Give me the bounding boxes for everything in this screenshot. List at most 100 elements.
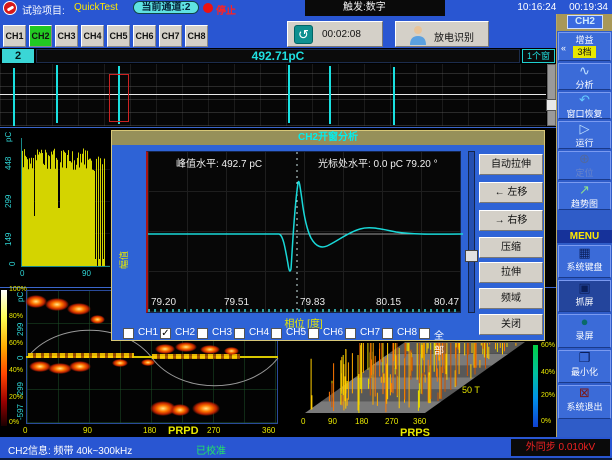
checkbox-box[interactable]	[345, 328, 356, 339]
status-bar: CH2信息: 频带 40k~300kHz 已校准 外同步 0.010kV	[0, 437, 612, 458]
sidebar-tab-strip: CH2	[557, 14, 612, 31]
time-waveform-panel	[0, 64, 546, 126]
pd-cluster	[25, 295, 47, 308]
dialog-title[interactable]: CH2开窗分析	[112, 131, 544, 145]
dialog-xtick: 79.20	[151, 297, 176, 308]
tab-ch1[interactable]: CH1	[3, 25, 26, 47]
pulse-selection-box[interactable]	[109, 74, 129, 122]
pd-cluster	[170, 404, 190, 416]
locate-button[interactable]: ⊕ 定位	[558, 151, 611, 180]
checkbox-box[interactable]	[308, 328, 319, 339]
prpd-ytick: 299	[16, 323, 25, 336]
tab-ch4[interactable]: CH4	[81, 25, 104, 47]
screenshot-icon: ▣	[559, 281, 610, 295]
dialog-slider-handle[interactable]	[465, 250, 478, 262]
checkbox-box[interactable]	[234, 328, 245, 339]
prpd-title: PRPD	[168, 425, 199, 437]
hist-unit-label: pC	[4, 132, 13, 142]
channel-info: CH2信息: 频带 40k~300kHz	[8, 442, 132, 457]
prpd-xtick: 0	[23, 426, 27, 435]
prpd-colorbar	[1, 290, 7, 426]
pd-cluster	[45, 298, 69, 311]
stop-indicator-icon	[203, 3, 213, 13]
prpd-cb-tick: 80%	[9, 313, 23, 320]
prps-xtick: 90	[328, 417, 337, 426]
prps-xtick: 0	[301, 417, 305, 426]
tab-ch6[interactable]: CH6	[133, 25, 156, 47]
stretch-button[interactable]: 拉伸	[479, 262, 543, 283]
prpd-xtick: 90	[83, 426, 92, 435]
pd-band	[28, 353, 134, 358]
tab-ch7[interactable]: CH7	[159, 25, 182, 47]
cursor-level-readout: 光标处水平: 0.0 pC 79.20 °	[318, 155, 438, 170]
sidebar-channel-tab[interactable]: CH2	[567, 15, 603, 29]
prpd-unit-label: pC	[16, 292, 25, 302]
checkbox-box[interactable]	[419, 328, 430, 339]
move-right-button[interactable]: → 右移	[479, 210, 543, 231]
minimize-button[interactable]: ❐ 最小化	[558, 350, 611, 383]
trend-chart-button[interactable]: ↗ 趋势图	[558, 182, 611, 210]
dialog-xtick: 80.15	[376, 297, 401, 308]
gain-button[interactable]: « 增益 3档	[558, 32, 611, 61]
tick-comb	[148, 309, 460, 312]
screen-record-button[interactable]: ● 录屏	[558, 314, 611, 348]
dialog-plot: 峰值水平: 492.7 pC 光标处水平: 0.0 pC 79.20 ° 79.…	[146, 151, 461, 313]
prpd-cb-tick: 40%	[9, 367, 23, 374]
exit-icon: ⊠	[559, 386, 610, 400]
checkbox-box-checked[interactable]: ✓	[160, 328, 171, 339]
prps-cycles-label: 50 T	[462, 385, 480, 395]
close-button[interactable]: 关闭	[479, 314, 543, 335]
tab-ch8[interactable]: CH8	[185, 25, 208, 47]
checkbox-box[interactable]	[197, 328, 208, 339]
compress-button[interactable]: 压缩	[479, 237, 543, 258]
trend-icon: ↗	[559, 183, 610, 197]
peak-value-readout: 492.71pC	[36, 49, 520, 63]
system-exit-button[interactable]: ⊠ 系统退出	[558, 385, 611, 419]
keyboard-icon: ▦	[559, 246, 610, 260]
analyze-button[interactable]: ∿ 分析	[558, 63, 611, 90]
prps-plot	[295, 335, 545, 425]
prpd-xtick: 360	[262, 426, 275, 435]
frequency-domain-button[interactable]: 频域	[479, 288, 543, 309]
checkbox-box[interactable]	[123, 328, 134, 339]
pd-cluster	[112, 359, 128, 367]
timer-button[interactable]: ↺ 00:02:08	[287, 21, 383, 47]
pd-pulse	[288, 65, 290, 123]
auto-stretch-button[interactable]: 自动拉伸	[479, 154, 543, 175]
pd-pulse	[13, 68, 15, 126]
record-icon: ●	[559, 315, 610, 329]
move-left-button[interactable]: ← 左移	[479, 182, 543, 203]
checkbox-box[interactable]	[382, 328, 393, 339]
dialog-amplitude-slider[interactable]	[468, 151, 475, 313]
pd-band	[152, 354, 240, 359]
dialog-xtick: 79.83	[300, 297, 325, 308]
hist-ytick: 149	[4, 233, 13, 246]
hist-xtick: 0	[20, 269, 24, 278]
tab-ch2[interactable]: CH2	[29, 25, 52, 47]
prpd-ytick: -299	[16, 382, 25, 398]
system-keyboard-button[interactable]: ▦ 系统键盘	[558, 245, 611, 278]
pd-cluster	[69, 361, 91, 372]
tab-ch3[interactable]: CH3	[55, 25, 78, 47]
project-label: 试验项目:	[22, 2, 65, 17]
prpd-ytick: 0	[16, 356, 25, 360]
restore-window-button[interactable]: ↶ 窗口恢复	[558, 92, 611, 119]
timer-icon: ↺	[294, 25, 313, 44]
screenshot-button[interactable]: ▣ 抓屏	[558, 280, 611, 312]
dialog-xtick: 79.51	[224, 297, 249, 308]
run-button[interactable]: ▷ 运行	[558, 121, 611, 149]
pd-cluster	[155, 344, 175, 354]
pd-cluster	[175, 342, 197, 352]
prpd-cb-tick: 60%	[9, 340, 23, 347]
discharge-recognition-button[interactable]: 放电识别	[395, 21, 489, 47]
tab-ch5[interactable]: CH5	[107, 25, 130, 47]
window-count-badge: 1个窗	[522, 49, 555, 63]
collapse-icon[interactable]: «	[561, 43, 566, 53]
pd-pulse	[329, 66, 331, 124]
window-analysis-dialog: CH2开窗分析 幅值 峰值水平: 492.7 pC 光标处水平: 0.0 pC …	[111, 130, 545, 341]
pd-analyzer-screen: 试验项目: QuickTest 当前通道:2 停止 触发:数字 10:16:24…	[0, 0, 612, 460]
strip-scrollbar[interactable]	[547, 64, 556, 126]
prps-xtick: 360	[413, 417, 426, 426]
gain-value-badge: 3档	[573, 46, 595, 58]
checkbox-box[interactable]	[271, 328, 282, 339]
